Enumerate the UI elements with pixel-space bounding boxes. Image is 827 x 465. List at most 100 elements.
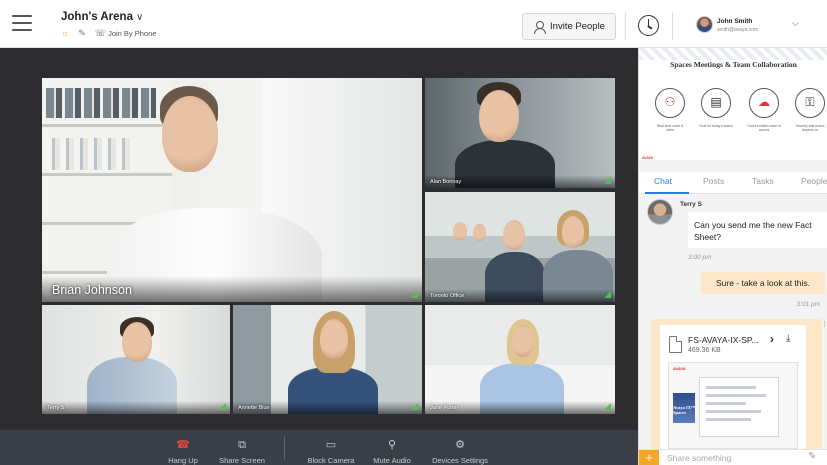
- tab-chat[interactable]: Chat: [654, 176, 672, 186]
- paperclip-icon[interactable]: ✎: [808, 451, 816, 462]
- join-by-phone-label: Join By Phone: [108, 29, 157, 38]
- person-face: [320, 319, 348, 359]
- video-tile-main[interactable]: Brian Johnson: [42, 78, 422, 302]
- side-tabs: Chat Posts Tasks People: [639, 172, 827, 194]
- person-face: [503, 220, 525, 250]
- user-email: smith@avaya.com: [717, 27, 759, 33]
- share-screen-label: Share Screen: [219, 456, 265, 465]
- video-tile[interactable]: Terry S: [42, 305, 230, 414]
- feature-caption: Chat for today's teams: [699, 124, 733, 128]
- video-tile[interactable]: Toronto Office: [425, 192, 615, 302]
- divider: [284, 436, 285, 460]
- lock-feature-icon[interactable]: ⚿: [795, 88, 825, 118]
- chat-messages[interactable]: Terry S Can you send me the new Fact She…: [639, 195, 827, 449]
- outgoing-message: Sure - take a look at this.: [701, 272, 825, 294]
- devices-settings-button[interactable]: ⚙ Devices Settings: [424, 430, 496, 465]
- video-stage: Brian Johnson Alan Bonnay Toronto Office: [0, 48, 638, 465]
- file-name: FS-AVAYA-IX-SP...: [688, 335, 759, 345]
- tab-people[interactable]: People: [801, 176, 827, 186]
- tab-posts[interactable]: Posts: [703, 176, 724, 186]
- attachment-card[interactable]: FS-AVAYA-IX-SP... 469.36 KB › ⤓ AVAYA Av…: [660, 325, 806, 449]
- camera-icon: ▭: [325, 439, 337, 451]
- devices-settings-label: Devices Settings: [432, 456, 488, 465]
- file-preview[interactable]: AVAYA Avaya IX™ Spaces: [668, 362, 798, 449]
- promo-banner: Spaces Meetings & Team Collaboration ⚇ ▤…: [639, 48, 827, 160]
- person-face: [453, 222, 467, 240]
- person-face: [562, 216, 584, 248]
- block-camera-label: Block Camera: [307, 456, 355, 465]
- banner-title: Spaces Meetings & Team Collaboration: [670, 60, 797, 69]
- file-size: 469.36 KB: [688, 347, 721, 354]
- space-title-text: John's Arena: [61, 11, 133, 23]
- books: [46, 138, 136, 170]
- space-title[interactable]: John's Arena ∨: [61, 11, 143, 23]
- participant-name: Alan Bonnay: [430, 179, 462, 185]
- divider: [672, 12, 673, 40]
- gear-icon: ⚙: [455, 439, 465, 451]
- top-bar: John's Arena ∨ ☼ ✎ ☏ Join By Phone Invite …: [0, 0, 827, 48]
- video-tile[interactable]: Jane Porter: [425, 305, 615, 414]
- feature-caption: Cloud enables ease of access: [747, 124, 781, 132]
- person-face: [473, 224, 486, 241]
- file-icon: [669, 336, 682, 353]
- mute-audio-button[interactable]: ⚲ Mute Audio: [366, 430, 418, 465]
- banner-pattern: [639, 48, 827, 60]
- message-time: 3:00 pm: [688, 254, 712, 261]
- preview-device: [699, 377, 779, 437]
- chat-feature-icon[interactable]: ▤: [701, 88, 731, 118]
- video-tile[interactable]: Alan Bonnay: [425, 78, 615, 188]
- clock-icon[interactable]: [638, 15, 659, 36]
- compose-input[interactable]: [667, 452, 797, 464]
- mute-audio-label: Mute Audio: [373, 456, 411, 465]
- block-camera-button[interactable]: ▭ Block Camera: [300, 430, 362, 465]
- name-strip: [42, 401, 230, 414]
- signal-icon: [219, 403, 226, 410]
- share-screen-icon: ⧉: [238, 439, 246, 451]
- paperclip-icon[interactable]: ✎: [78, 29, 86, 38]
- hang-up-button[interactable]: ☎ Hang Up: [158, 430, 208, 465]
- app-window: John's Arena ∨ ☼ ✎ ☏ Join By Phone Invite …: [0, 0, 827, 465]
- sun-icon[interactable]: ☼: [61, 29, 69, 38]
- compose-bar: + ✎: [639, 449, 827, 465]
- microphone-icon: ⚲: [387, 439, 397, 451]
- signal-icon: [411, 403, 418, 410]
- hang-up-label: Hang Up: [168, 456, 198, 465]
- tab-tasks[interactable]: Tasks: [752, 176, 774, 186]
- chevron-right-icon[interactable]: ›: [770, 332, 774, 346]
- preview-title: Avaya IX™ Spaces: [673, 405, 696, 415]
- hamburger-menu-icon[interactable]: [12, 15, 32, 31]
- person-add-icon: [533, 20, 547, 34]
- signal-icon: [604, 177, 611, 184]
- active-tab-indicator: [645, 192, 689, 194]
- signal-icon: [604, 291, 611, 298]
- feature-caption: Security that teams depend on: [795, 124, 825, 132]
- chevron-down-icon: ∨: [135, 12, 144, 23]
- join-by-phone-link[interactable]: ☏ Join By Phone: [95, 29, 157, 39]
- user-avatar[interactable]: [696, 16, 713, 33]
- share-screen-button[interactable]: ⧉ Share Screen: [212, 430, 272, 465]
- download-icon[interactable]: ⤓: [786, 333, 790, 344]
- phone-hangup-icon: ☎: [176, 439, 190, 451]
- user-menu-chevron-icon[interactable]: ⌵: [792, 18, 799, 29]
- person-face: [479, 90, 519, 142]
- participant-name: Brian Johnson: [52, 283, 132, 297]
- preview-brand: AVAYA: [673, 366, 686, 371]
- participant-name: Terry S: [47, 405, 65, 411]
- video-tile[interactable]: Annette Blue: [233, 305, 422, 414]
- divider: [625, 12, 626, 40]
- avatar[interactable]: [647, 199, 673, 225]
- cloud-feature-icon[interactable]: ☁: [749, 88, 779, 118]
- participant-name: Jane Porter: [430, 405, 459, 411]
- side-panel: Spaces Meetings & Team Collaboration ⚇ ▤…: [638, 48, 827, 465]
- participant-name: Annette Blue: [238, 405, 270, 411]
- signal-icon: [604, 403, 611, 410]
- brand-logo: AVAYA: [642, 156, 654, 160]
- message-sender: Terry S: [680, 201, 702, 208]
- add-button[interactable]: +: [639, 450, 659, 465]
- person-face: [162, 96, 218, 172]
- invite-people-button[interactable]: Invite People: [522, 13, 616, 40]
- space-subrow: ☼ ✎ ☏ Join By Phone: [61, 29, 157, 39]
- person-face: [512, 325, 534, 357]
- video-feature-icon[interactable]: ⚇: [655, 88, 685, 118]
- more-options-icon[interactable]: ⋮: [821, 320, 827, 328]
